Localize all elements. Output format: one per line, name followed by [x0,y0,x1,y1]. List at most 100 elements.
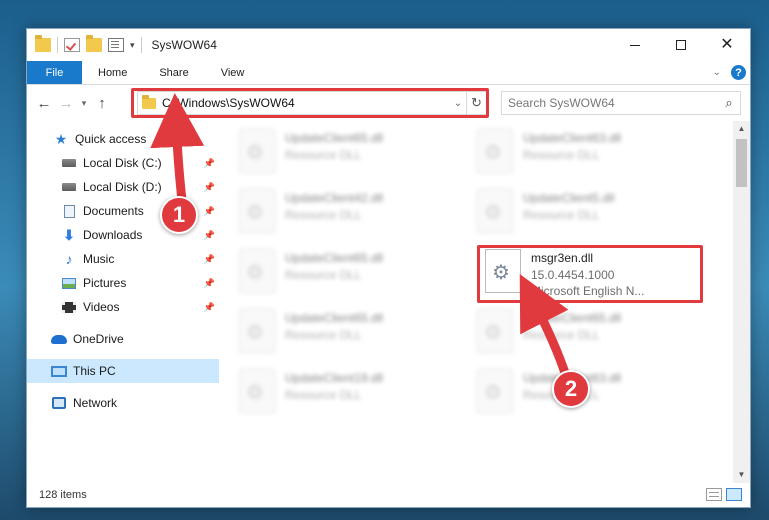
ribbon-right-controls: ⌄ ? [713,65,746,80]
address-dropdown-chevron-icon[interactable]: ⌄ [450,98,466,109]
details-view-icon[interactable] [706,488,722,501]
step-1-badge: 1 [160,196,198,234]
file-tile[interactable]: UpdateClient65.dll Resource DLL [477,301,707,357]
file-list: UpdateClient65.dll Resource DLL UpdateCl… [219,121,750,483]
properties-icon[interactable] [108,38,124,52]
vertical-scrollbar[interactable]: ▲ ▼ [733,121,750,483]
sidebar-item-music[interactable]: ♪ Music 📌 [27,247,219,271]
toolbar-divider [140,37,142,53]
drive-icon [61,180,77,194]
file-tile[interactable]: UpdateClient42.dll Resource DLL [239,181,469,237]
address-path[interactable]: C:\Windows\SysWOW64 [162,96,450,110]
expand-ribbon-chevron-icon[interactable]: ⌄ [713,67,721,78]
back-arrow-icon[interactable]: ← [33,95,55,112]
file-tile[interactable]: UpdateClient19.dll Resource DLL [239,361,469,417]
sidebar-item-this-pc[interactable]: This PC [27,359,219,383]
file-name: UpdateClient65.dll [523,311,622,325]
file-type: Resource DLL [285,328,362,342]
toolbar-divider [57,37,58,53]
target-dll-file[interactable]: msgr3en.dll 15.0.4454.1000 Microsoft Eng… [485,241,715,298]
status-bar: 128 items [27,483,750,507]
file-name: UpdateClient65.dll [285,131,384,145]
pin-icon[interactable]: 📌 [204,182,215,193]
up-arrow-icon[interactable]: ↑ [91,95,113,112]
sidebar-item-label: Network [73,396,118,410]
file-explorer-window: ▾ SysWOW64 ✕ File Home Share View ⌄ ? ← … [26,28,751,508]
sidebar-item-network[interactable]: Network [27,391,219,415]
pin-icon[interactable]: 📌 [204,302,215,313]
window-controls: ✕ [612,29,750,61]
scroll-up-arrow-icon[interactable]: ▲ [733,121,750,137]
address-bar[interactable]: C:\Windows\SysWOW64 ⌄ ↻ [137,91,487,115]
main-content: ★ Quick access Local Disk (C:) 📌 Local D… [27,121,750,483]
sidebar-item-pictures[interactable]: Pictures 📌 [27,271,219,295]
pictures-icon [61,276,77,290]
file-name: UpdateClient5.dll [523,191,615,205]
file-type: Resource DLL [285,388,362,402]
file-type: Resource DLL [523,208,600,222]
file-tile[interactable]: UpdateClient65.dll Resource DLL [239,121,469,177]
tiles-view-icon[interactable] [726,488,742,501]
file-name: UpdateClient19.dll [285,371,384,385]
sidebar-item-local-disk-d[interactable]: Local Disk (D:) 📌 [27,175,219,199]
pin-icon[interactable]: 📌 [204,230,215,241]
file-tile[interactable]: UpdateClient63.dll Resource DLL [477,121,707,177]
file-name: UpdateClient42.dll [285,191,384,205]
sidebar-item-label: OneDrive [73,332,124,346]
search-box[interactable]: ⌕ [501,91,741,115]
forward-arrow-icon[interactable]: → [55,95,77,112]
dll-file-icon [239,129,275,173]
sidebar-item-label: Local Disk (C:) [83,156,162,170]
new-folder-icon[interactable] [86,35,102,52]
tab-home[interactable]: Home [82,61,143,84]
search-icon[interactable]: ⌕ [718,95,740,111]
sidebar-item-videos[interactable]: Videos 📌 [27,295,219,319]
recent-locations-chevron-icon[interactable]: ▾ [77,98,91,109]
minimize-icon [630,44,640,46]
folder-icon [35,35,51,52]
help-icon[interactable]: ? [731,65,746,80]
file-tile[interactable]: UpdateClient5.dll Resource DLL [477,181,707,237]
file-type: Resource DLL [285,268,362,282]
minimize-button[interactable] [612,29,658,61]
maximize-button[interactable] [658,29,704,61]
file-tile[interactable]: UpdateClient63.dll Resource DLL [477,361,707,417]
view-switcher [706,488,742,501]
pin-icon[interactable]: 📌 [204,254,215,265]
videos-icon [61,300,77,314]
customize-toolbar-chevron-icon[interactable]: ▾ [130,40,135,51]
properties-check-icon[interactable] [64,38,80,52]
tab-file[interactable]: File [27,61,82,84]
window-title: SysWOW64 [151,38,217,52]
sidebar-item-label: Videos [83,300,120,314]
dll-file-icon [239,189,275,233]
file-type: Resource DLL [285,148,362,162]
file-name: UpdateClient63.dll [523,131,622,145]
tab-share[interactable]: Share [143,61,204,84]
dll-file-icon [239,309,275,353]
navigation-bar: ← → ▾ ↑ C:\Windows\SysWOW64 ⌄ ↻ ⌕ [27,85,750,121]
pin-icon[interactable]: 📌 [204,206,215,217]
sidebar-item-local-disk-c[interactable]: Local Disk (C:) 📌 [27,151,219,175]
sidebar-item-quick-access[interactable]: ★ Quick access [27,127,219,151]
file-name: msgr3en.dll [531,251,594,265]
scroll-down-arrow-icon[interactable]: ▼ [733,467,750,483]
pin-icon[interactable]: 📌 [204,278,215,289]
computer-icon [51,364,67,378]
navigation-pane: ★ Quick access Local Disk (C:) 📌 Local D… [27,121,219,483]
file-tile[interactable]: UpdateClient65.dll Resource DLL [239,301,469,357]
file-type: Resource DLL [285,208,362,222]
tab-view[interactable]: View [205,61,261,84]
search-input[interactable] [508,96,718,110]
close-icon: ✕ [720,36,734,53]
scrollbar-thumb[interactable] [736,139,747,187]
step-2-badge: 2 [552,370,590,408]
sidebar-item-onedrive[interactable]: OneDrive [27,327,219,351]
close-button[interactable]: ✕ [704,29,750,61]
pin-icon[interactable]: 📌 [204,158,215,169]
file-tile[interactable]: UpdateClient65.dll Resource DLL [239,241,469,297]
refresh-icon[interactable]: ↻ [466,92,486,114]
sidebar-item-label: Quick access [75,132,147,146]
